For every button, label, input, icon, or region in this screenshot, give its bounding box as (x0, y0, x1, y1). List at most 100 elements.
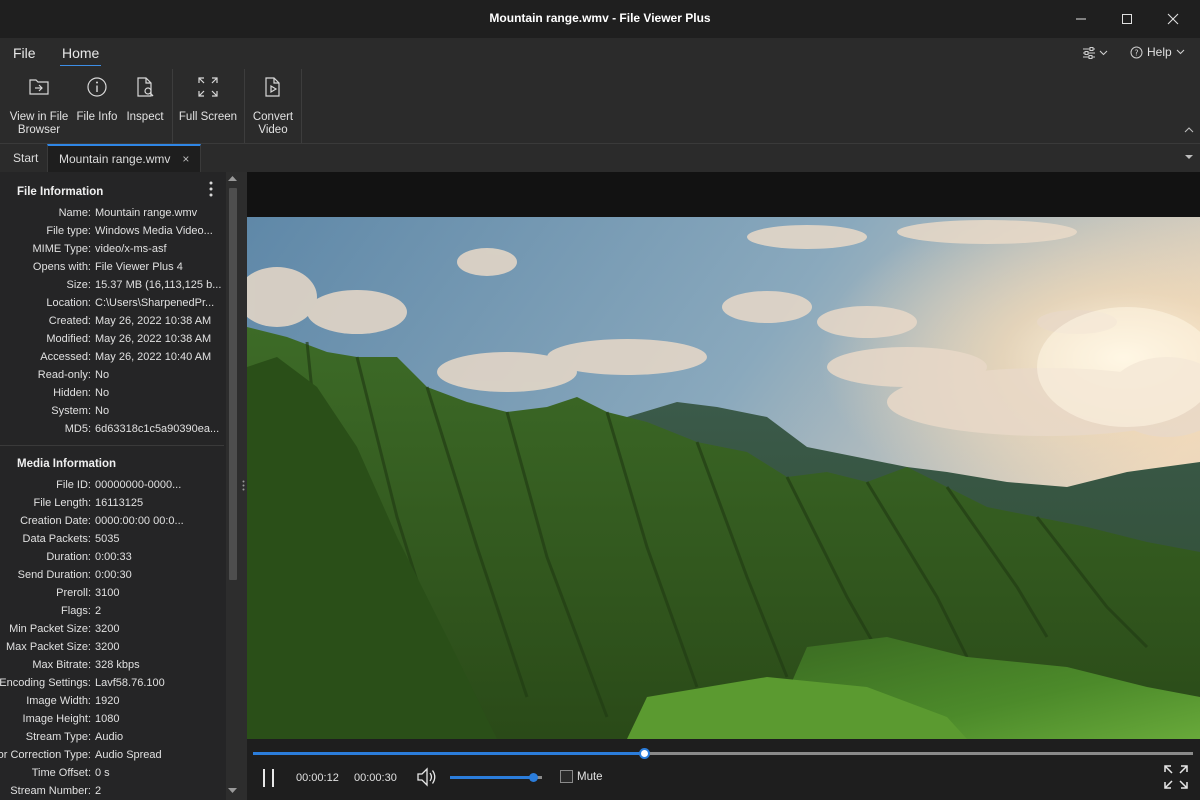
info-row-value[interactable]: Windows Media Video... (95, 225, 223, 237)
info-row-key: Opens with: (32, 261, 91, 273)
info-row-value[interactable]: 00000000-0000... (95, 479, 223, 491)
info-row: System: No (0, 403, 224, 421)
info-row-value[interactable]: No (95, 369, 223, 381)
minimize-button[interactable] (1058, 0, 1104, 38)
help-circle-icon: ? (1130, 46, 1143, 58)
collapse-ribbon-icon[interactable] (1184, 126, 1194, 133)
fullscreen-icon (1164, 765, 1188, 789)
file-info-button[interactable]: File Info (74, 76, 120, 124)
info-row: Time Offset: 0 s (0, 765, 224, 783)
info-row-value[interactable]: No (95, 387, 223, 399)
info-row-value[interactable]: Audio Spread (95, 749, 223, 761)
info-row-key: Time Offset: (31, 767, 91, 779)
volume-slider[interactable] (450, 773, 542, 782)
info-row-value[interactable]: 2 (95, 785, 223, 797)
maximize-button[interactable] (1104, 0, 1150, 38)
maximize-icon (1122, 14, 1132, 24)
info-row-value[interactable]: May 26, 2022 10:38 AM (95, 315, 223, 327)
info-row-value[interactable]: 3200 (95, 641, 223, 653)
mute-label: Mute (577, 771, 603, 783)
info-row-key: File type: (46, 225, 91, 237)
tab-start-label: Start (13, 151, 39, 165)
view-in-file-browser-button[interactable]: View in File Browser (6, 76, 72, 137)
info-row-value[interactable]: 6d63318c1c5a90390ea... (95, 423, 223, 435)
info-row-value[interactable]: No (95, 405, 223, 417)
info-row-value[interactable]: 16113125 (95, 497, 223, 509)
mute-checkbox[interactable] (560, 770, 573, 783)
info-row-value[interactable]: 3200 (95, 623, 223, 635)
info-row-value[interactable]: Mountain range.wmv (95, 207, 223, 219)
info-row: Read-only: No (0, 367, 224, 385)
info-row-key: MIME Type: (32, 243, 91, 255)
current-time: 00:00:12 (296, 772, 339, 784)
info-row-key: Max Bitrate: (32, 659, 91, 671)
info-row-value[interactable]: 328 kbps (95, 659, 223, 671)
info-row-value[interactable]: Audio (95, 731, 223, 743)
info-row-value[interactable]: C:\Users\SharpenedPr... (95, 297, 223, 309)
volume-button[interactable] (416, 767, 438, 790)
volume-slider-handle[interactable] (528, 773, 538, 782)
minimize-icon (1076, 18, 1086, 20)
inspect-label: Inspect (126, 111, 164, 123)
help-button[interactable]: ? Help (1130, 43, 1185, 61)
info-row-value[interactable]: 0:00:30 (95, 569, 223, 581)
file-info-panel: File Information Name: Mountain range.wmv… (0, 172, 246, 800)
info-row: Data Packets: 5035 (0, 531, 224, 549)
info-circle-icon (87, 77, 107, 97)
pause-icon (263, 769, 274, 787)
tab-list-dropdown-icon[interactable] (1185, 155, 1193, 160)
settings-button[interactable] (1082, 44, 1108, 62)
info-row-value[interactable]: May 26, 2022 10:38 AM (95, 333, 223, 345)
splitter-grip-icon (242, 480, 245, 491)
info-row-key: Encoding Settings: (0, 677, 91, 689)
video-frame[interactable] (247, 217, 1200, 739)
inspect-button[interactable]: Inspect (124, 76, 166, 124)
folder-arrow-icon (29, 79, 49, 95)
info-row-value[interactable]: 0:00:33 (95, 551, 223, 563)
seek-bar[interactable] (253, 748, 1193, 759)
close-button[interactable] (1150, 0, 1196, 38)
seek-bar-fill (253, 752, 645, 755)
tab-close-button[interactable]: × (182, 152, 189, 166)
scroll-down-icon[interactable] (228, 788, 237, 794)
convert-video-icon (265, 77, 280, 97)
info-row-value[interactable]: 2 (95, 605, 223, 617)
player-controls: 00:00:12 00:00:30 Mute (247, 739, 1200, 800)
pause-button[interactable] (261, 768, 277, 791)
more-options-icon[interactable] (209, 181, 213, 197)
info-row-value[interactable]: May 26, 2022 10:40 AM (95, 351, 223, 363)
convert-video-button[interactable]: Convert Video (250, 76, 296, 137)
tab-mountain-range[interactable]: Mountain range.wmv × (47, 144, 201, 172)
info-row-value[interactable]: 15.37 MB (16,113,125 b... (95, 279, 223, 291)
tab-start[interactable]: Start (13, 144, 38, 172)
panel-scroll-thumb[interactable] (229, 188, 237, 580)
info-row-value[interactable]: File Viewer Plus 4 (95, 261, 223, 273)
seek-bar-handle[interactable] (639, 748, 651, 759)
info-row: Max Bitrate: 328 kbps (0, 657, 224, 675)
info-row-value[interactable]: 3100 (95, 587, 223, 599)
file-information-heading: File Information (17, 186, 104, 198)
info-row-key: Error Correction Type: (0, 749, 91, 761)
info-row-value[interactable]: 1920 (95, 695, 223, 707)
info-row-value[interactable]: 0000:00:00 00:0... (95, 515, 223, 527)
info-row: Size: 15.37 MB (16,113,125 b... (0, 277, 224, 295)
info-row-key: System: (51, 405, 91, 417)
scroll-up-icon[interactable] (228, 176, 237, 182)
inspect-file-icon (137, 77, 154, 97)
info-row-value[interactable]: video/x-ms-asf (95, 243, 223, 255)
info-row-value[interactable]: 5035 (95, 533, 223, 545)
help-label: Help (1147, 45, 1172, 59)
info-row: Preroll: 3100 (0, 585, 224, 603)
info-row: Name: Mountain range.wmv (0, 205, 224, 223)
info-row: Send Duration: 0:00:30 (0, 567, 224, 585)
fullscreen-button[interactable] (1163, 764, 1189, 793)
info-row-value[interactable]: Lavf58.76.100 (95, 677, 223, 689)
menu-file[interactable]: File (13, 45, 36, 61)
info-row: Opens with: File Viewer Plus 4 (0, 259, 224, 277)
info-row-key: Size: (66, 279, 91, 291)
info-row-value[interactable]: 0 s (95, 767, 223, 779)
menu-home[interactable]: Home (59, 45, 102, 67)
section-divider (0, 445, 224, 446)
full-screen-button[interactable]: Full Screen (178, 76, 238, 124)
info-row-value[interactable]: 1080 (95, 713, 223, 725)
